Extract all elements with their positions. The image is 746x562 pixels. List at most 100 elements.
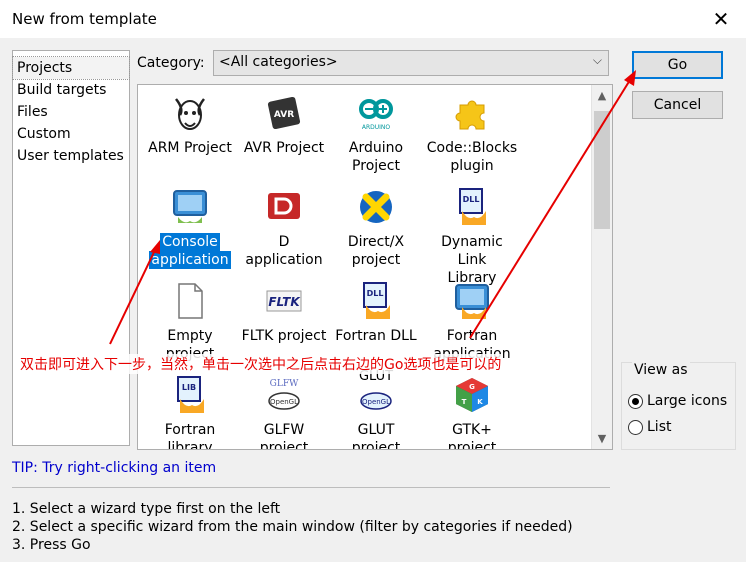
template-label-line2: project [259, 440, 309, 450]
wizard-type-list: Projects Build targets Files Custom User… [12, 50, 130, 446]
scroll-down-icon[interactable]: ▼ [592, 432, 612, 445]
template-label-line1: GLFW [263, 422, 305, 438]
template-label-line2: project [447, 440, 497, 450]
category-label: Category: [137, 55, 205, 71]
scroll-up-icon[interactable]: ▲ [592, 89, 612, 102]
console-icon [170, 187, 210, 227]
view-large-icons-option[interactable]: Large icons [628, 393, 727, 409]
directx-icon [356, 187, 396, 227]
chevron-down-icon: ⌵ [592, 53, 602, 67]
template-label-line2: Project [352, 158, 400, 174]
template-glut-project[interactable]: OpenGL GLUT GLUT project [330, 369, 422, 450]
view-as-title: View as [632, 362, 690, 378]
svg-text:DLL: DLL [367, 289, 384, 298]
cancel-button[interactable]: Cancel [632, 91, 723, 119]
fltk-icon: FLTK [264, 281, 304, 321]
template-arduino-project[interactable]: ARDUINO Arduino Project [330, 93, 422, 175]
sidebar-item-build-targets[interactable]: Build targets [13, 79, 129, 101]
template-label-line1: Console [160, 233, 220, 251]
radio-label: Large icons [647, 393, 728, 409]
template-glfw-project[interactable]: GLFW OpenGL GLFW project [238, 375, 330, 450]
template-label-line1: Fortran [446, 328, 498, 344]
template-label-line2: plugin [450, 158, 494, 174]
gtk-icon: GT K [452, 375, 492, 415]
svg-text:AVR: AVR [274, 110, 294, 120]
tip-text: TIP: Try right-clicking an item [12, 460, 217, 476]
template-gtk-project[interactable]: GT K GTK+ project [426, 375, 518, 450]
radio-label: List [647, 419, 672, 435]
svg-text:LIB: LIB [182, 383, 196, 392]
template-arm-project[interactable]: ARM Project [144, 93, 236, 157]
scrollbar-thumb[interactable] [594, 111, 610, 229]
glut-icon: OpenGL GLUT [356, 369, 396, 415]
svg-text:GLFW: GLFW [270, 379, 299, 389]
avr-chip-icon: AVR [264, 93, 304, 133]
template-label-line2: application [149, 251, 231, 269]
puzzle-icon [452, 93, 492, 133]
svg-text:OpenGL: OpenGL [270, 398, 298, 406]
template-label-line2: project [351, 440, 401, 450]
template-label: Fortran DLL [335, 328, 417, 344]
svg-text:G: G [469, 383, 475, 391]
radio-list[interactable] [628, 419, 643, 435]
template-label-line1: GTK+ [452, 422, 492, 438]
sidebar-item-user-templates[interactable]: User templates [13, 145, 129, 167]
sidebar-item-projects[interactable]: Projects [12, 56, 130, 80]
instructions: 1. Select a wizard type first on the lef… [12, 500, 573, 554]
svg-text:T: T [462, 398, 467, 406]
template-console-application[interactable]: Console application [144, 187, 236, 269]
sidebar-item-files[interactable]: Files [13, 101, 129, 123]
template-label-line1: GLUT [357, 422, 395, 438]
category-dropdown[interactable]: <All categories> ⌵ [213, 50, 609, 76]
template-label-line1: Arduino [348, 140, 404, 156]
template-avr-project[interactable]: AVR AVR Project [238, 93, 330, 157]
template-label-line2: library [167, 440, 213, 450]
svg-text:ARDUINO: ARDUINO [362, 124, 391, 131]
instruction-step: 2. Select a specific wizard from the mai… [12, 519, 573, 535]
template-label-line1: Fortran [164, 422, 216, 438]
gnu-icon [170, 93, 210, 133]
template-codeblocks-plugin[interactable]: Code::Blocks plugin [426, 93, 518, 175]
template-label-line1: Dynamic Link [441, 234, 503, 268]
template-label: ARM Project [148, 140, 232, 156]
close-icon[interactable]: ✕ [708, 6, 734, 32]
template-label-line1: Empty [167, 328, 213, 344]
blank-page-icon [170, 281, 210, 321]
dll-icon: DLL [452, 187, 492, 227]
template-fortran-dll[interactable]: DLL Fortran DLL [330, 281, 422, 345]
title-bar: New from template ✕ [0, 0, 746, 38]
svg-text:K: K [477, 398, 483, 406]
window-title: New from template [12, 10, 157, 28]
sidebar-item-custom[interactable]: Custom [13, 123, 129, 145]
template-dynamic-link-library[interactable]: DLL Dynamic Link Library [426, 187, 518, 287]
arduino-icon: ARDUINO [356, 93, 396, 133]
instruction-step: 3. Press Go [12, 537, 91, 553]
gallery-scrollbar[interactable]: ▲ ▼ [591, 85, 612, 449]
instruction-step: 1. Select a wizard type first on the lef… [12, 501, 281, 517]
lib-icon: LIB [170, 375, 210, 415]
template-d-application[interactable]: D application [238, 187, 330, 269]
d-lang-icon [264, 187, 304, 227]
glfw-icon: GLFW OpenGL [264, 375, 304, 415]
template-label-line1: Code::Blocks [426, 140, 518, 156]
divider [12, 487, 610, 488]
template-label: FLTK project [241, 328, 327, 344]
template-fortran-library[interactable]: LIB Fortran library [144, 375, 236, 450]
svg-text:FLTK: FLTK [268, 295, 301, 309]
template-label: AVR Project [243, 140, 325, 156]
view-list-option[interactable]: List [628, 419, 671, 435]
template-fltk-project[interactable]: FLTK FLTK project [238, 281, 330, 345]
template-label-line1: Direct/X [347, 234, 405, 250]
category-value: <All categories> [219, 54, 338, 70]
template-empty-project[interactable]: Empty project [144, 281, 236, 363]
annotation-text: 双击即可进入下一步，当然，单击一次选中之后点击右边的Go选项也是可以的 [18, 354, 504, 374]
go-button[interactable]: Go [632, 51, 723, 79]
svg-text:OpenGL: OpenGL [362, 398, 390, 406]
template-directx-project[interactable]: Direct/X project [330, 187, 422, 269]
template-label-line2: project [351, 252, 401, 268]
radio-large-icons[interactable] [628, 393, 643, 409]
template-label: D application [245, 234, 323, 268]
svg-text:DLL: DLL [463, 195, 480, 204]
template-fortran-application[interactable]: Fortran application [426, 281, 518, 363]
fortran-app-icon [452, 281, 492, 321]
